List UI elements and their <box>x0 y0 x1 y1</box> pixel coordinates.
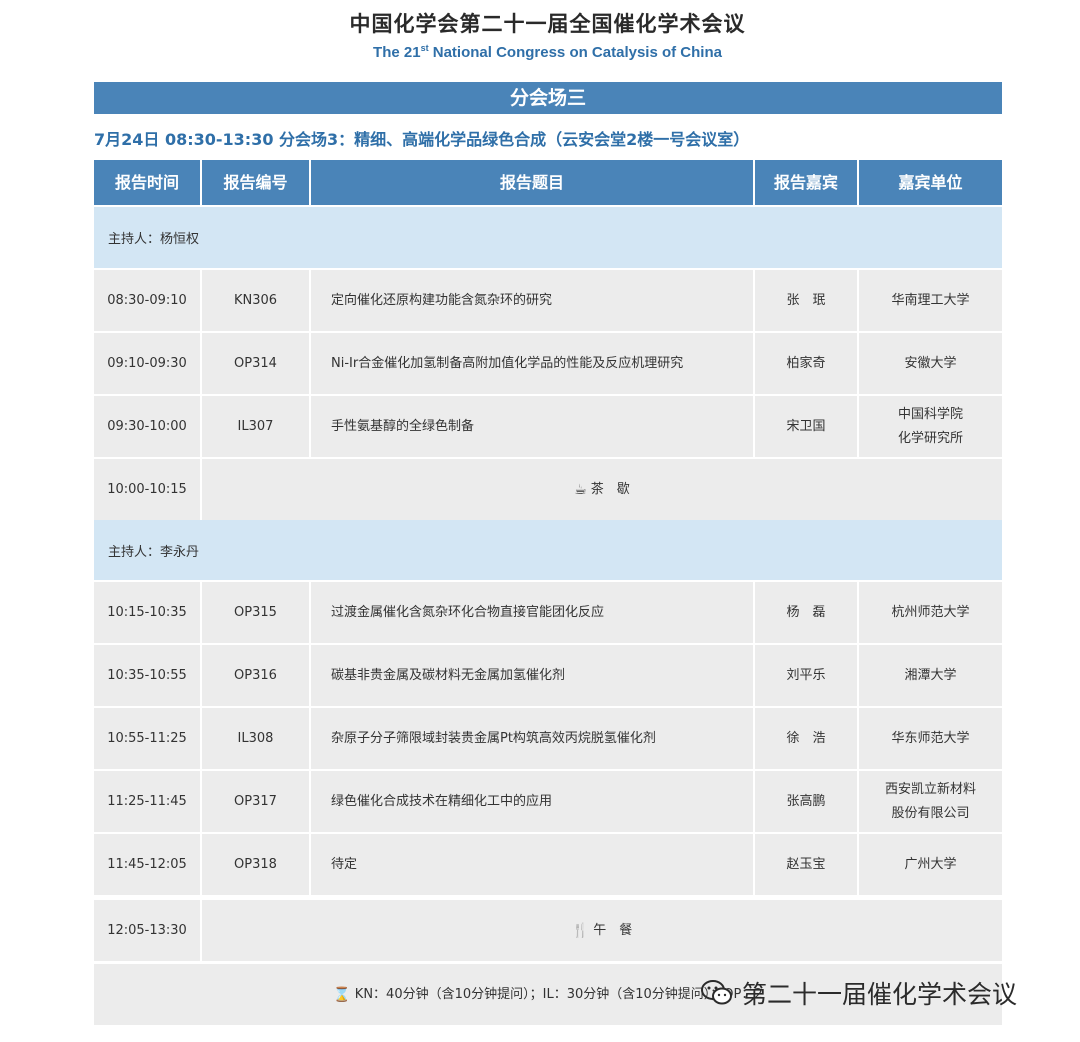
talk-title: 定向催化还原构建功能含氮杂环的研究 <box>311 270 753 331</box>
talk-speaker: 柏家奇 <box>755 333 857 394</box>
column-header-time: 报告时间 <box>94 160 200 205</box>
talk-code: OP315 <box>202 582 309 643</box>
unit-line: 化学研究所 <box>897 430 963 446</box>
talk-speaker: 杨 磊 <box>755 582 857 643</box>
unit-line: 中国科学院 <box>897 406 963 422</box>
talk-speaker: 赵玉宝 <box>755 834 857 895</box>
fork-knife-icon: 🍴 <box>571 922 590 939</box>
talk-code: OP317 <box>202 771 309 832</box>
talk-time: 08:30-09:10 <box>94 270 200 331</box>
table-row: 09:10-09:30 OP314 Ni-Ir合金催化加氢制备高附加值化学品的性… <box>94 333 1002 394</box>
watermark-text: 第二十一届催化学术会议 <box>742 980 1018 1009</box>
talk-title: 过渡金属催化含氮杂环化合物直接官能团化反应 <box>311 582 753 643</box>
break-time: 12:05-13:30 <box>94 900 200 961</box>
wechat-icon <box>700 976 734 1010</box>
talk-time: 10:35-10:55 <box>94 645 200 706</box>
talk-code: OP318 <box>202 834 309 895</box>
unit-line: 华东师范大学 <box>891 730 970 746</box>
talk-code: IL308 <box>202 708 309 769</box>
unit-line: 安徽大学 <box>904 355 957 371</box>
break-text: 午 餐 <box>593 922 633 938</box>
talk-code: OP316 <box>202 645 309 706</box>
unit-line: 华南理工大学 <box>891 292 970 308</box>
talk-speaker: 徐 浩 <box>755 708 857 769</box>
talk-speaker: 刘平乐 <box>755 645 857 706</box>
talk-time: 09:30-10:00 <box>94 396 200 457</box>
wechat-watermark: 第二十一届催化学术会议 <box>700 975 1017 1011</box>
unit-line: 杭州师范大学 <box>891 604 970 620</box>
subtitle-suffix: National Congress on Catalysis of China <box>428 44 722 61</box>
talk-time: 11:45-12:05 <box>94 834 200 895</box>
host-row: 主持人：杨恒权 <box>94 207 1002 268</box>
table-row: 08:30-09:10 KN306 定向催化还原构建功能含氮杂环的研究 张 珉 … <box>94 270 1002 331</box>
unit-line: 股份有限公司 <box>891 805 970 821</box>
column-header-code: 报告编号 <box>202 160 309 205</box>
hourglass-icon: ⌛ <box>333 986 351 1003</box>
subtitle-prefix: The 21 <box>373 44 421 61</box>
break-label: 🍴 午 餐 <box>202 900 1002 961</box>
break-label: ☕ 茶 歇 <box>202 459 1002 520</box>
talk-code: OP314 <box>202 333 309 394</box>
unit-line: 西安凯立新材料 <box>884 781 976 797</box>
talk-unit: 湘潭大学 <box>859 645 1002 706</box>
unit-line: 湘潭大学 <box>904 667 957 683</box>
host-label: 主持人：李永丹 <box>108 544 200 560</box>
talk-speaker: 宋卫国 <box>755 396 857 457</box>
talk-speaker: 张高鹏 <box>755 771 857 832</box>
subtitle-ordinal: st <box>420 43 429 53</box>
column-header-speaker: 报告嘉宾 <box>755 160 857 205</box>
talk-unit: 安徽大学 <box>859 333 1002 394</box>
talk-time: 10:15-10:35 <box>94 582 200 643</box>
talk-unit: 杭州师范大学 <box>859 582 1002 643</box>
table-row: 11:25-11:45 OP317 绿色催化合成技术在精细化工中的应用 张高鹏 … <box>94 771 1002 832</box>
talk-title: 绿色催化合成技术在精细化工中的应用 <box>311 771 753 832</box>
table-row: 10:55-11:25 IL308 杂原子分子筛限域封装贵金属Pt构筑高效丙烷脱… <box>94 708 1002 769</box>
talk-unit: 华东师范大学 <box>859 708 1002 769</box>
talk-time: 11:25-11:45 <box>94 771 200 832</box>
unit-line: 广州大学 <box>904 856 957 872</box>
talk-unit: 中国科学院化学研究所 <box>859 396 1002 457</box>
break-row-tea: 10:00-10:15 ☕ 茶 歇 <box>94 459 1002 520</box>
page-title: 中国化学会第二十一届全国催化学术会议 <box>349 12 746 36</box>
talk-title: 杂原子分子筛限域封装贵金属Pt构筑高效丙烷脱氢催化剂 <box>311 708 753 769</box>
session-title-bar: 分会场三 <box>94 82 1002 114</box>
break-time: 10:00-10:15 <box>94 459 200 520</box>
talk-unit: 广州大学 <box>859 834 1002 895</box>
table-row: 10:15-10:35 OP315 过渡金属催化含氮杂环化合物直接官能团化反应 … <box>94 582 1002 643</box>
table-header-row: 报告时间 报告编号 报告题目 报告嘉宾 嘉宾单位 <box>94 160 1002 205</box>
table-row: 09:30-10:00 IL307 手性氨基醇的全绿色制备 宋卫国 中国科学院化… <box>94 396 1002 457</box>
talk-title: 手性氨基醇的全绿色制备 <box>311 396 753 457</box>
talk-title: Ni-Ir合金催化加氢制备高附加值化学品的性能及反应机理研究 <box>311 333 753 394</box>
talk-time: 09:10-09:30 <box>94 333 200 394</box>
talk-code: KN306 <box>202 270 309 331</box>
talk-title: 碳基非贵金属及碳材料无金属加氢催化剂 <box>311 645 753 706</box>
talk-code: IL307 <box>202 396 309 457</box>
talk-unit: 华南理工大学 <box>859 270 1002 331</box>
break-row-lunch: 12:05-13:30 🍴 午 餐 <box>94 900 1002 961</box>
column-header-unit: 嘉宾单位 <box>859 160 1002 205</box>
table-row: 11:45-12:05 OP318 待定 赵玉宝 广州大学 <box>94 834 1002 895</box>
break-text: 茶 歇 <box>590 481 630 497</box>
column-header-title: 报告题目 <box>311 160 753 205</box>
talk-title: 待定 <box>311 834 753 895</box>
session-info: 7月24日 08:30-13:30 分会场3：精细、高端化学品绿色合成（云安会堂… <box>94 130 750 149</box>
table-row: 10:35-10:55 OP316 碳基非贵金属及碳材料无金属加氢催化剂 刘平乐… <box>94 645 1002 706</box>
page-subtitle: The 21st National Congress on Catalysis … <box>0 43 1080 61</box>
host-row: 主持人：李永丹 <box>94 520 1002 580</box>
tea-cup-icon: ☕ <box>574 481 587 498</box>
talk-unit: 西安凯立新材料 股份有限公司 <box>859 771 1002 832</box>
host-label: 主持人：杨恒权 <box>108 232 200 247</box>
talk-speaker: 张 珉 <box>755 270 857 331</box>
talk-time: 10:55-11:25 <box>94 708 200 769</box>
